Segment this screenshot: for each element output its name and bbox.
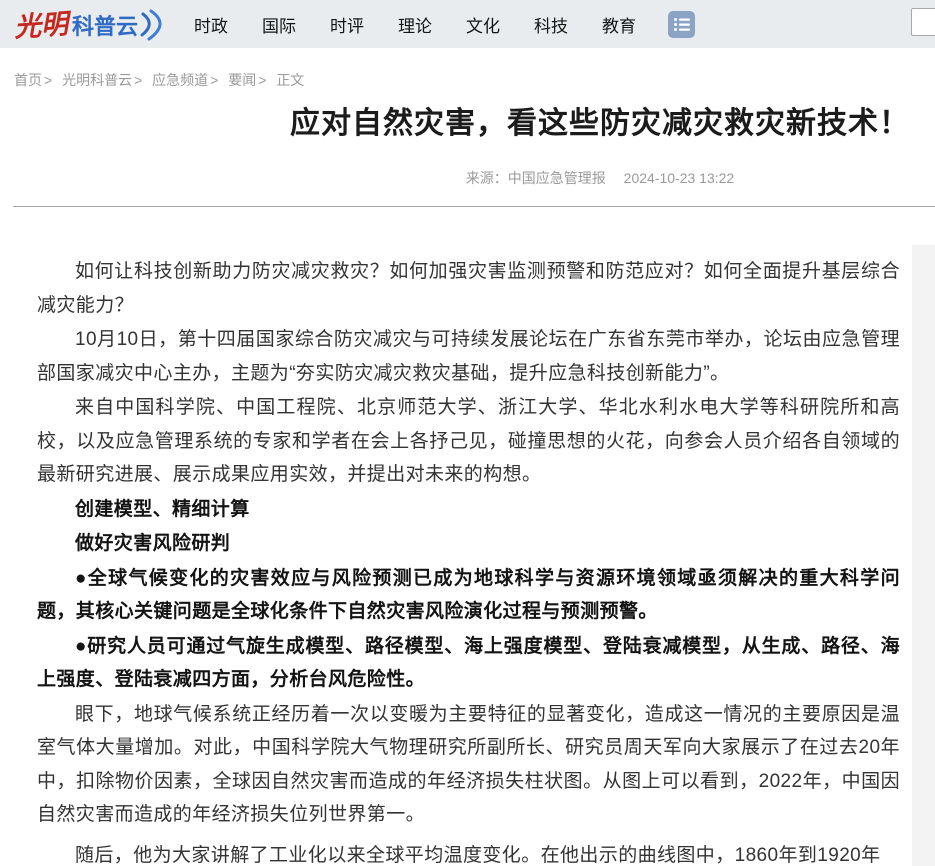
main-menu-item[interactable]: 国际 xyxy=(262,12,296,37)
breadcrumb-item[interactable]: 光明科普云 xyxy=(62,72,132,88)
article-title: 应对自然灾害，看这些防灾减灾救灾新技术！ xyxy=(0,106,935,142)
list-menu-icon xyxy=(673,16,690,33)
main-menu-item[interactable]: 文化 xyxy=(466,12,500,37)
logo-blue-text: 科普云 xyxy=(72,14,138,39)
header-divider xyxy=(13,206,935,207)
main-menu: 时政 国际 时评 理论 文化 科技 教育 xyxy=(194,12,636,37)
article-paragraph: ●研究人员可通过气旋生成模型、路径模型、海上强度模型、登陆衰减模型，从生成、路径… xyxy=(37,630,900,697)
article-body-row: 如何让科技创新助力防灾减灾救灾？如何加强灾害监测预警和防范应对？如何全面提升基层… xyxy=(0,245,935,866)
breadcrumb: 首页> 光明科普云> 应急频道> 要闻> 正文> xyxy=(14,72,935,88)
search-input[interactable] xyxy=(911,8,935,36)
logo-red-text: 光明 xyxy=(12,9,74,43)
breadcrumb-item[interactable]: 首页 xyxy=(14,72,42,88)
breadcrumb-item[interactable]: 正文 xyxy=(276,72,304,88)
top-nav-bar: 光明 科普云 时政 国际 时评 理论 文化 科技 教育 xyxy=(0,0,935,48)
article-paragraph: 创建模型、精细计算 xyxy=(37,493,900,527)
breadcrumb-separator: > xyxy=(134,72,142,88)
article-paragraph: 如何让科技创新助力防灾减灾救灾？如何加强灾害监测预警和防范应对？如何全面提升基层… xyxy=(37,255,900,322)
article-paragraph: 做好灾害风险研判 xyxy=(37,527,900,561)
breadcrumb-separator: > xyxy=(258,72,266,88)
main-menu-item[interactable]: 时政 xyxy=(194,12,228,37)
breadcrumb-item[interactable]: 应急频道 xyxy=(152,72,208,88)
page-background-gap xyxy=(912,245,935,866)
article-source: 来源：中国应急管理报 xyxy=(466,170,606,186)
list-menu-button[interactable] xyxy=(668,11,695,38)
article-paragraph: 10月10日，第十四届国家综合防灾减灾与可持续发展论坛在广东省东莞市举办，论坛由… xyxy=(37,323,900,390)
article-content: 如何让科技创新助力防灾减灾救灾？如何加强灾害监测预警和防范应对？如何全面提升基层… xyxy=(0,245,912,866)
logo-swoosh-inner xyxy=(142,14,149,35)
article-publish-time: 2024-10-23 13:22 xyxy=(624,170,735,186)
breadcrumb-item[interactable]: 要闻 xyxy=(228,72,256,88)
main-menu-item[interactable]: 理论 xyxy=(398,12,432,37)
site-logo[interactable]: 光明 科普云 xyxy=(12,5,172,43)
article-paragraph: 来自中国科学院、中国工程院、北京师范大学、浙江大学、华北水利水电大学等科研院所和… xyxy=(37,391,900,492)
main-menu-item[interactable]: 教育 xyxy=(602,12,636,37)
breadcrumb-separator: > xyxy=(210,72,218,88)
breadcrumb-separator: > xyxy=(44,72,52,88)
article-paragraph: ●全球气候变化的灾害效应与风险预测已成为地球科学与资源环境领域亟须解决的重大科学… xyxy=(37,562,900,629)
article-meta: 来源：中国应急管理报 2024-10-23 13:22 xyxy=(0,170,935,186)
main-menu-item[interactable]: 时评 xyxy=(330,12,364,37)
article-paragraph: 眼下，地球气候系统正经历着一次以变暖为主要特征的显著变化，造成这一情况的主要原因… xyxy=(37,698,900,832)
main-menu-item[interactable]: 科技 xyxy=(534,12,568,37)
article-paragraph: 随后，他为大家讲解了工业化以来全球平均温度变化。在他出示的曲线图中，1860年到… xyxy=(37,839,900,866)
